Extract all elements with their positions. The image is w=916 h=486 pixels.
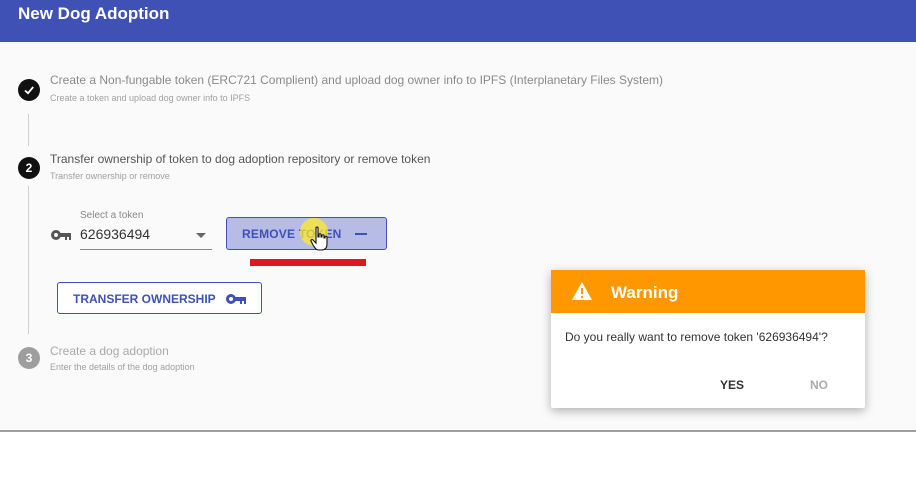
dialog-header: Warning [551, 270, 865, 313]
hand-cursor-icon [310, 226, 328, 251]
warning-dialog: Warning Do you really want to remove tok… [551, 270, 865, 408]
step-2-title[interactable]: Transfer ownership of token to dog adopt… [50, 152, 430, 166]
highlight-underline [250, 259, 366, 266]
transfer-ownership-label: TRANSFER OWNERSHIP [73, 292, 216, 306]
yes-button[interactable]: YES [707, 373, 757, 397]
warning-icon [572, 282, 592, 300]
step-1-title[interactable]: Create a Non-fungable token (ERC721 Comp… [50, 73, 663, 87]
footer-area [0, 432, 916, 486]
minus-icon [355, 233, 367, 235]
select-underline [80, 249, 212, 250]
token-select[interactable]: 626936494 [80, 226, 150, 242]
key-icon [51, 230, 71, 240]
key-icon [226, 294, 246, 304]
no-button[interactable]: NO [794, 373, 844, 397]
step-2-subtitle: Transfer ownership or remove [50, 171, 170, 181]
step-3-title[interactable]: Create a dog adoption [50, 344, 169, 358]
dropdown-arrow-icon[interactable] [196, 233, 206, 238]
step-connector [28, 114, 29, 146]
step-3-subtitle: Enter the details of the dog adoption [50, 362, 195, 372]
step-3-marker: 3 [18, 347, 40, 369]
step-2-marker: 2 [18, 157, 40, 179]
app-title: New Dog Adoption [18, 4, 170, 23]
dialog-message: Do you really want to remove token '6269… [565, 330, 828, 344]
token-select-label: Select a token [80, 210, 144, 221]
transfer-ownership-button[interactable]: TRANSFER OWNERSHIP [57, 282, 262, 314]
step-1-check-icon [18, 79, 40, 101]
app-bar: New Dog Adoption [0, 0, 916, 42]
step-1-subtitle: Create a token and upload dog owner info… [50, 93, 251, 103]
dialog-title: Warning [611, 283, 679, 302]
step-connector [28, 186, 29, 334]
